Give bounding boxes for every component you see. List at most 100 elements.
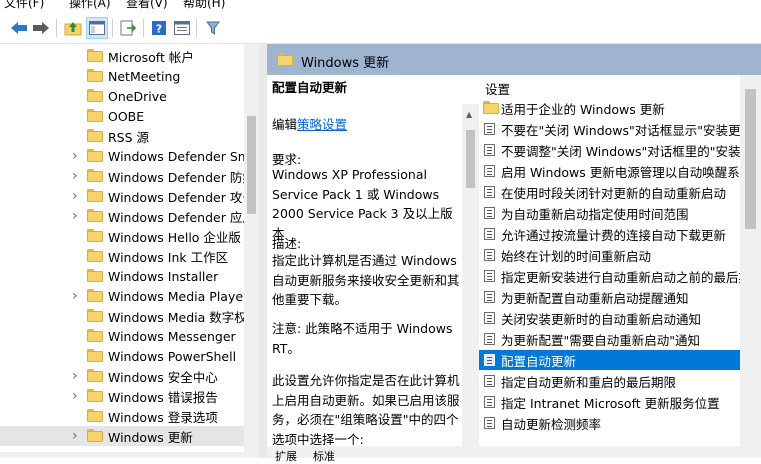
tree-item[interactable]: › Windows 更新 — [0, 426, 245, 446]
folder-icon — [87, 49, 103, 62]
settings-policy-row[interactable]: 启用 Windows 更新电源管理以自动唤醒系统来安装计划的更新 — [479, 161, 740, 181]
column-header-setting[interactable]: 设置 — [485, 79, 510, 98]
settings-policy-row[interactable]: 允许通过按流量计费的连接自动下载更新 — [479, 224, 740, 244]
tree-item[interactable]: › Windows Defender SmartScreen — [0, 146, 245, 166]
tree-item[interactable]: › Windows Defender 攻击防护 — [0, 186, 245, 206]
folder-icon — [87, 209, 103, 222]
chevron-right-icon[interactable]: › — [72, 208, 82, 224]
chevron-right-icon[interactable]: › — [72, 388, 82, 404]
settings-policy-row[interactable]: 在使用时段关闭针对更新的自动重新启动 — [479, 182, 740, 202]
chevron-right-icon[interactable]: › — [72, 148, 82, 164]
pane-splitter[interactable] — [259, 44, 267, 458]
folder-icon — [87, 429, 103, 442]
setting-label: 在使用时段关闭针对更新的自动重新启动 — [501, 185, 727, 201]
folder-icon — [87, 249, 103, 262]
tree-item-label: Windows 登录选项 — [108, 409, 218, 425]
edit-prefix: 编辑 — [272, 117, 298, 132]
setting-label: 自动更新检测频率 — [501, 416, 602, 432]
settings-folder-row[interactable]: 适用于企业的 Windows 更新 — [479, 98, 740, 118]
tree-item[interactable]: Windows Hello 企业版 — [0, 226, 245, 246]
settings-policy-row[interactable]: 指定自动更新和重启的最后期限 — [479, 371, 740, 391]
properties-window-icon[interactable] — [171, 17, 193, 39]
folder-icon — [483, 101, 499, 114]
tree-item-label: Windows 更新 — [108, 429, 193, 445]
setting-label: 始终在计划的时间重新启动 — [501, 248, 652, 264]
settings-scrollbar[interactable] — [740, 75, 761, 446]
tab-extended[interactable]: 扩展 — [275, 448, 297, 464]
help-icon[interactable]: ? — [148, 17, 170, 39]
tree-item[interactable]: NetMeeting — [0, 66, 245, 86]
edit-policy-link[interactable]: 策略设置 — [297, 117, 347, 132]
show-tree-icon[interactable] — [86, 17, 108, 39]
policy-setting-icon — [484, 417, 495, 429]
tree-vertical-scrollbar[interactable] — [244, 44, 259, 458]
tree-item[interactable]: Windows Ink 工作区 — [0, 246, 245, 266]
policy-setting-icon — [484, 312, 495, 324]
setting-label: 关闭安装更新时的自动重新启动通知 — [501, 311, 702, 327]
tree-item-label: Windows Ink 工作区 — [108, 249, 229, 265]
menu-action[interactable]: 操作(A) — [69, 0, 111, 11]
settings-list: 设置 适用于企业的 Windows 更新不要在"关闭 Windows"对话框显示… — [479, 75, 740, 446]
folder-icon — [87, 149, 103, 162]
settings-policy-row[interactable]: 自动更新检测频率 — [479, 413, 740, 433]
tab-standard[interactable]: 标准 — [313, 448, 335, 464]
tree-item[interactable]: Windows Media 数字权限管理 — [0, 306, 245, 326]
tree-horizontal-scrollbar[interactable] — [0, 452, 244, 458]
tree-item[interactable]: Windows Installer — [0, 266, 245, 286]
description-scrollbar[interactable]: ▲ — [462, 104, 479, 446]
settings-policy-row[interactable]: 为自动重新启动指定使用时间范围 — [479, 203, 740, 223]
chevron-right-icon[interactable]: › — [72, 288, 82, 304]
tree-item[interactable]: OOBE — [0, 106, 245, 126]
tree-item[interactable]: › Windows 错误报告 — [0, 386, 245, 406]
back-arrow-icon[interactable] — [8, 17, 30, 39]
policy-setting-icon — [484, 396, 495, 408]
up-folder-icon[interactable] — [62, 17, 84, 39]
tree-item[interactable]: Windows PowerShell — [0, 346, 245, 366]
tree-item[interactable]: › Windows Defender 防病毒程序 — [0, 166, 245, 186]
menu-view[interactable]: 查看(V) — [126, 0, 168, 11]
chevron-right-icon[interactable]: › — [72, 168, 82, 184]
settings-policy-row[interactable]: 始终在计划的时间重新启动 — [479, 245, 740, 265]
settings-policy-row[interactable]: 不要调整"关闭 Windows"对话框里的"安装更新并关机"的默认选项 — [479, 140, 740, 160]
tree-item-label: OneDrive — [108, 88, 167, 104]
scrollbar-thumb[interactable] — [466, 130, 475, 188]
menu-help[interactable]: 帮助(H) — [183, 0, 225, 11]
tree-item[interactable]: › Windows Media Player — [0, 286, 245, 306]
folder-icon — [87, 189, 103, 202]
svg-text:?: ? — [156, 23, 162, 36]
tree-item[interactable]: OneDrive — [0, 86, 245, 106]
settings-policy-row[interactable]: 配置自动更新 — [479, 350, 740, 370]
policy-setting-icon — [484, 228, 495, 240]
setting-label: 指定 Intranet Microsoft 更新服务位置 — [501, 395, 720, 411]
export-list-icon[interactable] — [117, 17, 139, 39]
tree-item-label: Windows PowerShell — [108, 348, 237, 364]
tree-item[interactable]: Microsoft 帐户 — [0, 46, 245, 66]
tree-item[interactable]: › Windows 安全中心 — [0, 366, 245, 386]
filter-icon[interactable] — [202, 17, 224, 39]
chevron-right-icon[interactable]: › — [72, 368, 82, 384]
settings-policy-row[interactable]: 为更新配置"需要自动重新启动"通知 — [479, 329, 740, 349]
setting-label: 为更新配置"需要自动重新启动"通知 — [501, 332, 700, 348]
scrollbar-thumb[interactable] — [247, 116, 256, 214]
settings-policy-row[interactable]: 指定更新安装进行自动重新启动之前的最后期限 — [479, 266, 740, 286]
settings-policy-row[interactable]: 不要在"关闭 Windows"对话框显示"安装更新并关机" — [479, 119, 740, 139]
scrollbar-thumb[interactable] — [745, 89, 756, 229]
tree-item-label: Windows 错误报告 — [108, 389, 218, 405]
tree-item-label: Windows 安全中心 — [108, 369, 218, 385]
tree-item[interactable]: RSS 源 — [0, 126, 245, 146]
tree-item[interactable]: Windows 登录选项 — [0, 406, 245, 426]
scroll-up-arrow-icon[interactable]: ▲ — [466, 110, 472, 119]
tree-item[interactable]: Windows Messenger — [0, 326, 245, 346]
chevron-right-icon[interactable]: › — [72, 188, 82, 204]
tree-item[interactable]: › Windows Defender 应用程序防护 — [0, 206, 245, 226]
chevron-right-icon[interactable]: › — [72, 428, 82, 444]
settings-policy-row[interactable]: 关闭安装更新时的自动重新启动通知 — [479, 308, 740, 328]
settings-policy-row[interactable]: 为更新配置自动重新启动提醒通知 — [479, 287, 740, 307]
setting-label: 适用于企业的 Windows 更新 — [501, 101, 665, 117]
forward-arrow-icon[interactable] — [30, 17, 52, 39]
tree-item-label: Windows Hello 企业版 — [108, 229, 241, 245]
policy-setting-icon — [484, 354, 495, 366]
menu-file[interactable]: 文件(F) — [4, 0, 44, 11]
folder-icon — [87, 129, 103, 142]
settings-policy-row[interactable]: 指定 Intranet Microsoft 更新服务位置 — [479, 392, 740, 412]
